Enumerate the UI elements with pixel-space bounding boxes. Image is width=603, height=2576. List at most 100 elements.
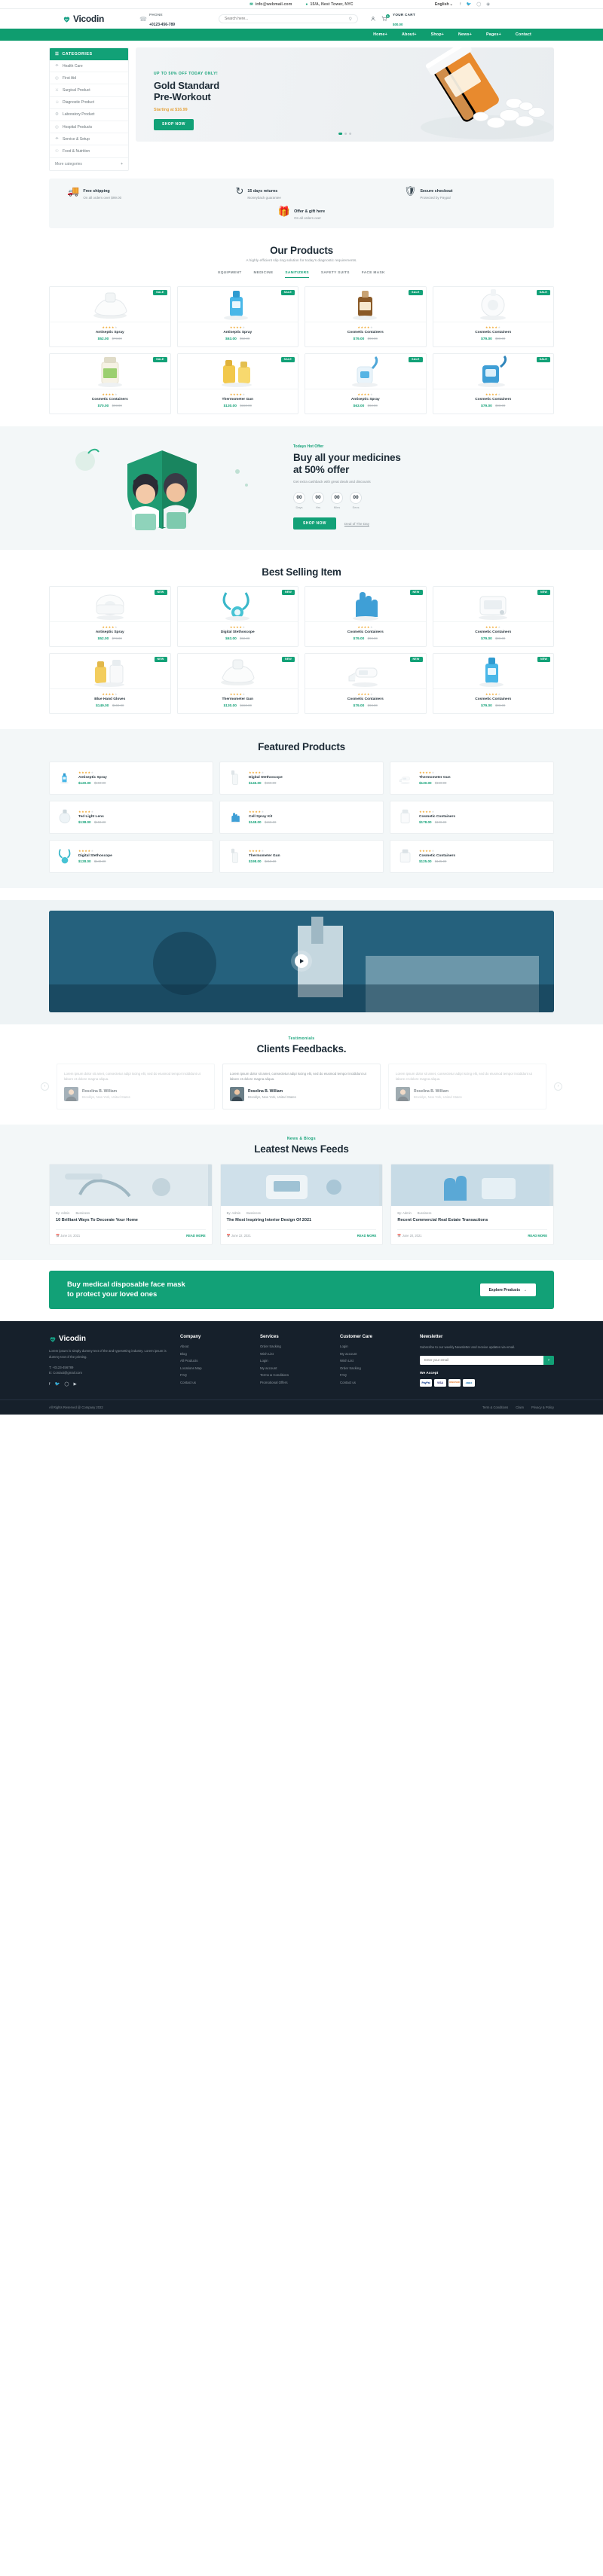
newsletter-submit-button[interactable]: ›	[543, 1355, 554, 1365]
topbar-email[interactable]: ✉ info@webmail.com	[249, 2, 292, 7]
footer-link[interactable]: Terms & Conditions	[260, 1373, 329, 1377]
category-item-diagnostic-product[interactable]: ☺ Diagnostic Product	[50, 97, 128, 109]
footer-bottom-link[interactable]: Claim	[516, 1406, 524, 1409]
featured-product-card[interactable]: ★★★★★ Ted Light Lens $138.00 $158.00	[49, 800, 213, 834]
footer-link[interactable]: Contact us	[340, 1381, 409, 1384]
category-item-laboratory-product[interactable]: ⚙ Laboratory Product	[50, 109, 128, 121]
featured-product-card[interactable]: ★★★★★ Cosmetic Containers $125.00 $145.0…	[390, 839, 554, 873]
cart-summary[interactable]: YOUR CART $00.00	[393, 9, 415, 29]
tab-equipment[interactable]: EQUIPMENT	[218, 271, 241, 278]
newsletter-email-input[interactable]	[420, 1355, 543, 1365]
product-card[interactable]: SALE ★★★★★ Cosmetic Containers $79.00 $9…	[305, 285, 427, 347]
language-selector[interactable]: English ⌄	[435, 2, 453, 7]
search-input[interactable]	[225, 17, 349, 21]
category-item-hospital-products[interactable]: ◎ Hospital Products	[50, 121, 128, 134]
footer-link[interactable]: Login	[260, 1359, 329, 1363]
testimonial-prev-button[interactable]: ‹	[41, 1082, 49, 1091]
footer-link[interactable]: Order tracking	[260, 1344, 329, 1348]
read-more-link[interactable]: READ MORE	[186, 1234, 206, 1238]
featured-product-card[interactable]: ★★★★★ Digital Stethoscope $128.00 $148.0…	[49, 839, 213, 873]
search-bar[interactable]: ⚲	[219, 14, 358, 23]
read-more-link[interactable]: READ MORE	[357, 1234, 377, 1238]
nav-item-shop[interactable]: Shop+	[431, 32, 444, 37]
header-phone[interactable]: ☎ PHONE +0123-456-789	[139, 9, 219, 29]
footer-link[interactable]: About	[180, 1344, 249, 1348]
footer-link[interactable]: FAQ	[340, 1373, 409, 1377]
featured-product-card[interactable]: ★★★★★ Thermometer Gun $198.00 $218.00	[219, 839, 384, 873]
nav-item-news[interactable]: News+	[458, 32, 472, 37]
product-card[interactable]: NEW ★★★★★ Cosmetic Containers $79.00 $98…	[305, 585, 427, 647]
tab-medicine[interactable]: MEDICINE	[253, 271, 273, 278]
featured-product-card[interactable]: ★★★★★ Cosmetic Containers $178.00 $198.0…	[390, 800, 554, 834]
footer-link[interactable]: Wish List	[260, 1352, 329, 1356]
footer-link[interactable]: My account	[340, 1352, 409, 1356]
footer-link[interactable]: Login	[340, 1344, 409, 1348]
product-card[interactable]: SALE ★★★★★ Cosmetic Containers $70.00 $9…	[49, 353, 171, 414]
featured-product-card[interactable]: ★★★★★ Antiseptic Spray $120.00 $150.00	[49, 761, 213, 795]
product-card[interactable]: SALE ★★★★★ Cosmetic Containers $79.00 $9…	[432, 285, 554, 347]
category-item-food-nutrition[interactable]: ☉ Food & Nutrition	[50, 145, 128, 158]
carousel-dot-3[interactable]	[349, 132, 352, 135]
category-item-health-care[interactable]: ☂ Health Care	[50, 60, 128, 73]
facebook-icon[interactable]: f	[49, 1382, 51, 1387]
product-card[interactable]: NEW ★★★★★ Digital Stethoscope $63.00 $92…	[176, 585, 298, 647]
carousel-dot-2[interactable]	[344, 132, 347, 135]
news-card[interactable]: By: Admin Bussiness The Most Inspiring I…	[219, 1164, 384, 1245]
category-item-surgical-product[interactable]: ⚔ Surgical Product	[50, 84, 128, 97]
logo[interactable]: Vicodin	[49, 14, 139, 24]
dribbble-icon[interactable]: ◉	[486, 2, 490, 7]
footer-link[interactable]: All Products	[180, 1359, 249, 1363]
facebook-icon[interactable]: f	[460, 2, 461, 7]
product-card[interactable]: SALE ★★★★★ Antiseptic Spray $63.00 $92.0…	[305, 353, 427, 414]
video-banner[interactable]	[49, 910, 554, 1012]
footer-bottom-link[interactable]: Privacy & Policy	[531, 1406, 554, 1409]
footer-link[interactable]: Promotional Offers	[260, 1381, 329, 1384]
category-item-first-aid[interactable]: ◎ First Aid	[50, 72, 128, 85]
twitter-icon[interactable]: 🐦	[55, 1382, 60, 1387]
categories-header[interactable]: ☰ CATEGORIES	[50, 48, 128, 60]
tab-face-mask[interactable]: FACE MASK	[362, 271, 385, 278]
deal-of-the-day-link[interactable]: Deal of The Day	[344, 522, 369, 526]
product-card[interactable]: SALE ★★★★★ Antiseptic Spray $63.00 $92.0…	[176, 285, 298, 347]
product-card[interactable]: NEW ★★★★★ Cosmetic Containers $79.00 $98…	[305, 652, 427, 714]
footer-bottom-link[interactable]: Term & Conditions	[482, 1406, 508, 1409]
carousel-dot-1[interactable]	[338, 132, 342, 135]
testimonial-next-button[interactable]: ›	[554, 1082, 562, 1091]
featured-product-card[interactable]: ★★★★★ Thermometer Gun $130.00 $150.00	[390, 761, 554, 795]
product-card[interactable]: NEW ★★★★★ Cosmetic Containers $79.00 $98…	[432, 585, 554, 647]
more-categories-button[interactable]: More categories +	[50, 158, 128, 170]
search-icon[interactable]: ⚲	[349, 17, 352, 22]
product-card[interactable]: NEW ★★★★★ Antiseptic Spray $52.00 $78.00	[49, 585, 171, 647]
nav-item-home[interactable]: Home+	[373, 32, 387, 37]
product-card[interactable]: NEW ★★★★★ Cosmetic Containers $79.00 $98…	[432, 652, 554, 714]
product-card[interactable]: SALE ★★★★★ Cosmetic Containers $79.00 $9…	[432, 353, 554, 414]
featured-product-card[interactable]: ★★★★★ Cell Spray Kit $148.00 $168.00	[219, 800, 384, 834]
footer-link[interactable]: My account	[260, 1366, 329, 1370]
product-card[interactable]: NEW ★★★★★ Thermometer Gun $130.00 $150.0…	[176, 652, 298, 714]
tab-sanitizers[interactable]: SANITIZERS	[285, 271, 309, 278]
product-card[interactable]: SALE ★★★★★ Antiseptic Spray $52.00 $78.0…	[49, 285, 171, 347]
nav-item-contact[interactable]: Contact	[516, 32, 531, 37]
footer-link[interactable]: Contact us	[180, 1381, 249, 1384]
featured-product-card[interactable]: ★★★★★ Digital Stethoscope $145.00 $165.0…	[219, 761, 384, 795]
nav-item-about[interactable]: About+	[402, 32, 417, 37]
news-card[interactable]: By: Admin Bussiness Recent Commercial Re…	[390, 1164, 554, 1245]
cart-icon[interactable]: 0	[381, 14, 390, 22]
footer-link[interactable]: Wish List	[340, 1359, 409, 1363]
youtube-icon[interactable]: ▶	[74, 1382, 77, 1387]
instagram-icon[interactable]: ◯	[476, 2, 481, 7]
hero-carousel-dots[interactable]	[338, 132, 352, 135]
tab-safety-suits[interactable]: SAFETY SUITS	[321, 271, 350, 278]
footer-link[interactable]: FAQ	[180, 1373, 249, 1377]
hero-shop-now-button[interactable]: SHOP NOW	[154, 118, 194, 130]
footer-link[interactable]: Blog	[180, 1352, 249, 1356]
explore-products-button[interactable]: Explore Products →	[479, 1283, 536, 1297]
category-item-service-setup[interactable]: ☂ Service & Setup	[50, 133, 128, 146]
footer-link[interactable]: Order tracking	[340, 1366, 409, 1370]
promo-shop-now-button[interactable]: SHOP NOW	[293, 517, 336, 530]
read-more-link[interactable]: READ MORE	[528, 1234, 547, 1238]
account-icon[interactable]	[370, 16, 376, 22]
instagram-icon[interactable]: ◯	[64, 1382, 69, 1387]
product-card[interactable]: SALE ★★★★★ Thermometer Gun $130.00 $150.…	[176, 353, 298, 414]
footer-link[interactable]: Locations Map	[180, 1366, 249, 1370]
